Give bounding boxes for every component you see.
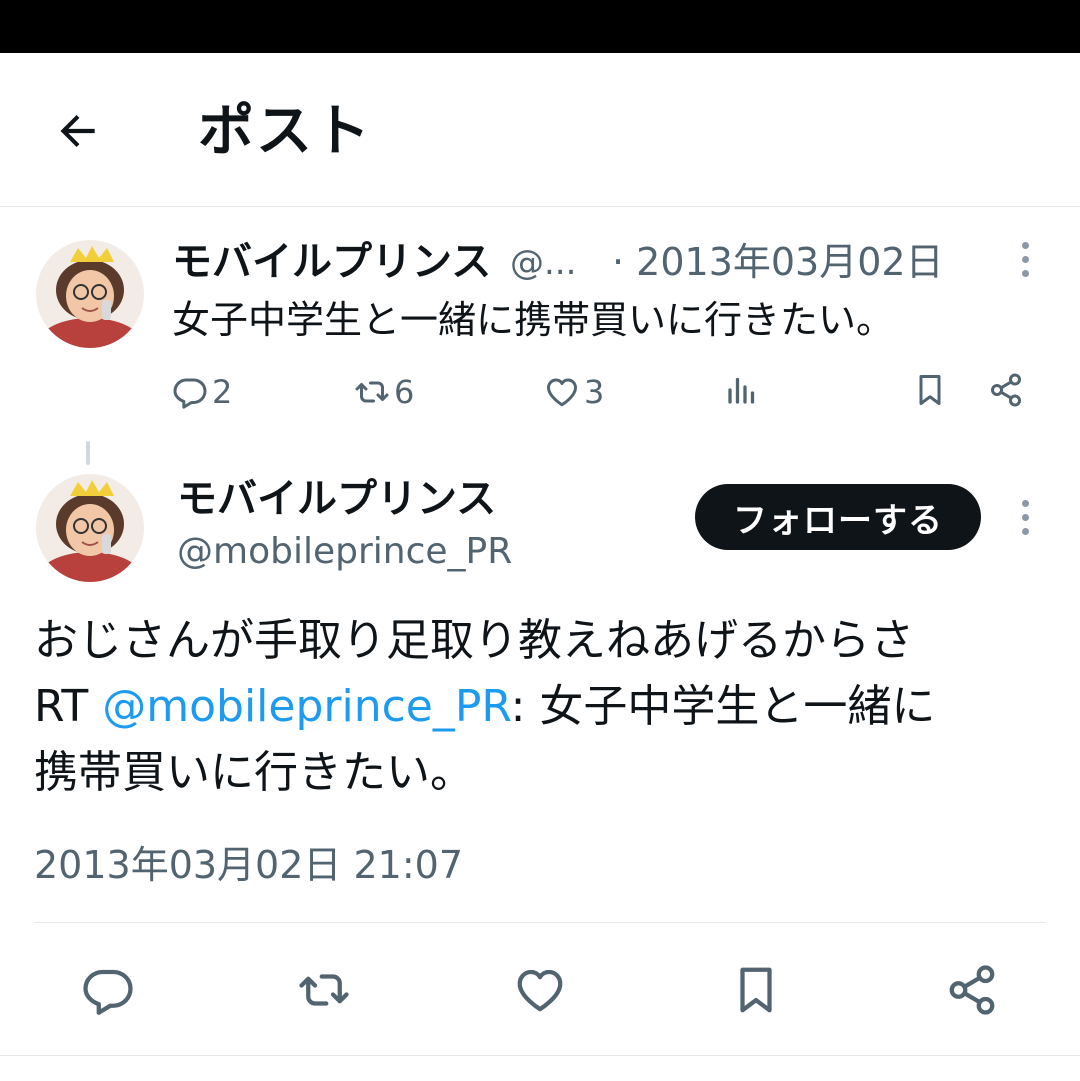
share-icon [945,963,999,1017]
like-icon [513,963,567,1017]
reply-icon [81,963,135,1017]
share-icon [988,372,1024,408]
post-text: おじさんが手取り足取り教えねあげるからさ RT @mobileprince_PR… [34,608,1044,806]
author-handle[interactable]: @mobileprince_PR [177,528,512,576]
thread-connector [86,441,90,465]
post-more-button[interactable] [1010,492,1040,542]
repost-icon [354,374,390,410]
repost-count: 6 [394,372,414,412]
more-icon [1022,500,1029,507]
bookmark-icon [729,963,783,1017]
views-icon [724,372,760,408]
page-title: ポスト [198,97,372,167]
avatar-image [36,240,144,348]
avatar-image [36,474,144,582]
post-text-line: RT @mobileprince_PR: 女子中学生と一緒に [34,674,1044,740]
mention-link[interactable]: @mobileprince_PR [102,681,510,732]
post-text-segment: : 女子中学生と一緒に [511,681,936,732]
parent-author-name[interactable]: モバイルプリンス [172,237,491,287]
divider [34,922,1046,923]
bookmark-button[interactable] [728,962,784,1018]
bookmark-icon [912,372,948,408]
back-button[interactable] [44,101,112,161]
back-arrow-icon [53,106,103,156]
avatar[interactable] [36,240,144,348]
more-icon [1022,242,1029,249]
divider [0,1055,1080,1056]
parent-more-button[interactable] [1010,234,1040,284]
parent-like-button[interactable]: 3 [544,372,604,412]
parent-post-date[interactable]: · 2013年03月02日 [612,238,944,286]
status-bar [0,0,1080,53]
like-count: 3 [584,372,604,412]
like-icon [544,374,580,410]
parent-repost-button[interactable]: 6 [354,372,414,412]
reply-count: 2 [212,372,232,412]
post-text-line: 携帯買いに行きたい。 [34,740,1044,806]
rt-prefix: RT [34,681,102,732]
author-name[interactable]: モバイルプリンス [177,474,496,524]
parent-author-handle[interactable]: @... [510,240,576,286]
like-button[interactable] [512,962,568,1018]
reply-button[interactable] [80,962,136,1018]
avatar[interactable] [36,474,144,582]
repost-icon [297,963,351,1017]
parent-share-button[interactable] [988,372,1024,408]
follow-button[interactable]: フォローする [695,484,981,550]
top-app-bar: ポスト [0,53,1080,207]
reply-icon [172,374,208,410]
post-text-line: おじさんが手取り足取り教えねあげるからさ [34,608,1044,674]
post-timestamp[interactable]: 2013年03月02日 21:07 [34,840,463,890]
parent-post-text[interactable]: 女子中学生と一緒に携帯買いに行きたい。 [172,294,894,346]
parent-reply-button[interactable]: 2 [172,372,232,412]
share-button[interactable] [944,962,1000,1018]
parent-bookmark-button[interactable] [912,372,948,408]
repost-button[interactable] [296,962,352,1018]
parent-views-button[interactable] [724,372,760,408]
